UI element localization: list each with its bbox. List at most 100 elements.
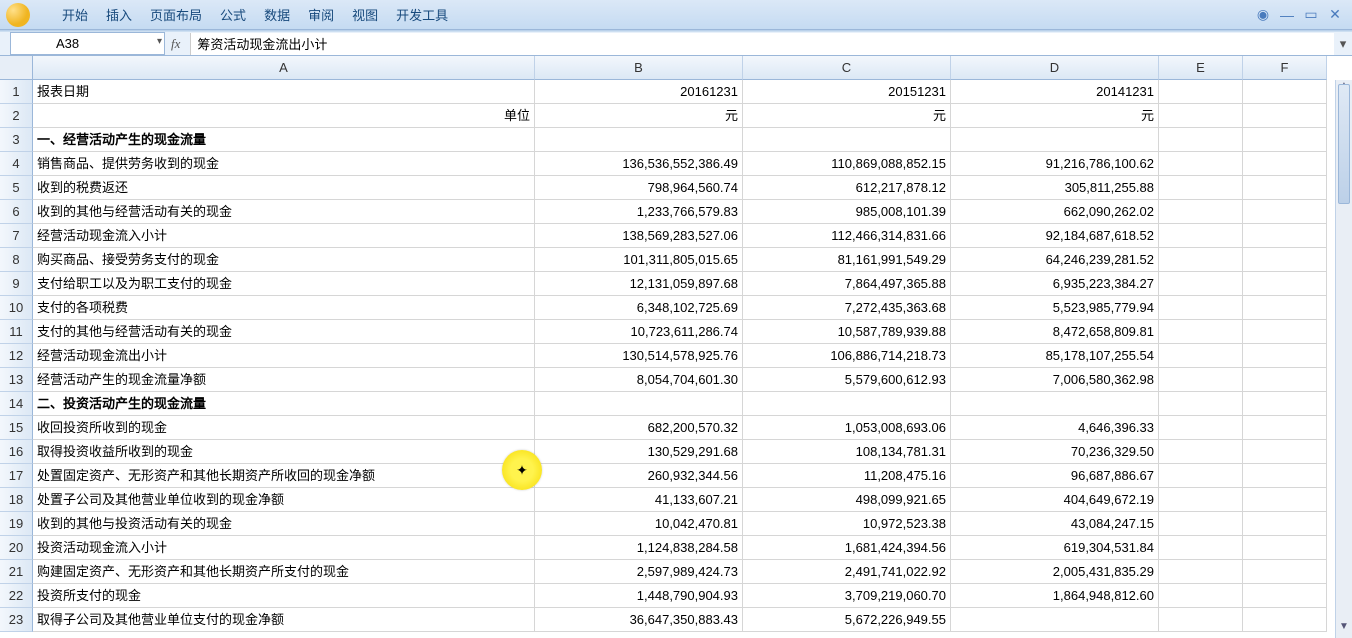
name-box-dropdown-icon[interactable]: ▾ (157, 36, 162, 47)
cell-E5[interactable] (1159, 176, 1243, 200)
cell-F16[interactable] (1243, 440, 1327, 464)
col-header-A[interactable]: A (33, 56, 535, 80)
cell-C15[interactable]: 1,053,008,693.06 (743, 416, 951, 440)
cell-D16[interactable]: 70,236,329.50 (951, 440, 1159, 464)
cell-D12[interactable]: 85,178,107,255.54 (951, 344, 1159, 368)
row-header-14[interactable]: 14 (0, 392, 33, 416)
cell-D1[interactable]: 20141231 (951, 80, 1159, 104)
cell-E23[interactable] (1159, 608, 1243, 632)
cell-B23[interactable]: 36,647,350,883.43 (535, 608, 743, 632)
cell-A13[interactable]: 经营活动产生的现金流量净额 (33, 368, 535, 392)
cell-D20[interactable]: 619,304,531.84 (951, 536, 1159, 560)
row-header-3[interactable]: 3 (0, 128, 33, 152)
row-header-11[interactable]: 11 (0, 320, 33, 344)
cell-F15[interactable] (1243, 416, 1327, 440)
cell-B14[interactable] (535, 392, 743, 416)
cell-D14[interactable] (951, 392, 1159, 416)
cell-D7[interactable]: 92,184,687,618.52 (951, 224, 1159, 248)
row-header-17[interactable]: 17 (0, 464, 33, 488)
cell-E22[interactable] (1159, 584, 1243, 608)
row-header-19[interactable]: 19 (0, 512, 33, 536)
cell-B1[interactable]: 20161231 (535, 80, 743, 104)
cell-E9[interactable] (1159, 272, 1243, 296)
cell-A8[interactable]: 购买商品、接受劳务支付的现金 (33, 248, 535, 272)
cell-A20[interactable]: 投资活动现金流入小计 (33, 536, 535, 560)
cell-E15[interactable] (1159, 416, 1243, 440)
cell-A1[interactable]: 报表日期 (33, 80, 535, 104)
cell-D2[interactable]: 元 (951, 104, 1159, 128)
cell-E12[interactable] (1159, 344, 1243, 368)
cell-A9[interactable]: 支付给职工以及为职工支付的现金 (33, 272, 535, 296)
restore-icon[interactable]: ▭ (1304, 8, 1318, 22)
cell-C1[interactable]: 20151231 (743, 80, 951, 104)
vertical-scrollbar[interactable]: ▲ ▼ (1335, 80, 1352, 638)
cell-C17[interactable]: 11,208,475.16 (743, 464, 951, 488)
cell-E4[interactable] (1159, 152, 1243, 176)
col-header-B[interactable]: B (535, 56, 743, 80)
cell-E16[interactable] (1159, 440, 1243, 464)
ribbon-tab-3[interactable]: 公式 (220, 5, 246, 24)
cell-C12[interactable]: 106,886,714,218.73 (743, 344, 951, 368)
cell-E1[interactable] (1159, 80, 1243, 104)
cell-C23[interactable]: 5,672,226,949.55 (743, 608, 951, 632)
cell-F8[interactable] (1243, 248, 1327, 272)
cell-A21[interactable]: 购建固定资产、无形资产和其他长期资产所支付的现金 (33, 560, 535, 584)
cell-F23[interactable] (1243, 608, 1327, 632)
cell-F18[interactable] (1243, 488, 1327, 512)
cell-F5[interactable] (1243, 176, 1327, 200)
cell-F7[interactable] (1243, 224, 1327, 248)
row-header-10[interactable]: 10 (0, 296, 33, 320)
cell-C22[interactable]: 3,709,219,060.70 (743, 584, 951, 608)
cell-E8[interactable] (1159, 248, 1243, 272)
cell-F2[interactable] (1243, 104, 1327, 128)
cell-F12[interactable] (1243, 344, 1327, 368)
cell-F10[interactable] (1243, 296, 1327, 320)
cell-A3[interactable]: 一、经营活动产生的现金流量 (33, 128, 535, 152)
cell-D23[interactable] (951, 608, 1159, 632)
cell-F11[interactable] (1243, 320, 1327, 344)
cell-F19[interactable] (1243, 512, 1327, 536)
name-box[interactable]: A38 ▾ (10, 32, 165, 55)
cell-B6[interactable]: 1,233,766,579.83 (535, 200, 743, 224)
cell-D11[interactable]: 8,472,658,809.81 (951, 320, 1159, 344)
cell-E14[interactable] (1159, 392, 1243, 416)
col-header-F[interactable]: F (1243, 56, 1327, 80)
row-header-4[interactable]: 4 (0, 152, 33, 176)
cell-B16[interactable]: 130,529,291.68 (535, 440, 743, 464)
cell-F1[interactable] (1243, 80, 1327, 104)
cell-E7[interactable] (1159, 224, 1243, 248)
cell-C5[interactable]: 612,217,878.12 (743, 176, 951, 200)
cell-A17[interactable]: 处置固定资产、无形资产和其他长期资产所收回的现金净额 (33, 464, 535, 488)
ribbon-tab-0[interactable]: 开始 (62, 5, 88, 24)
cell-B4[interactable]: 136,536,552,386.49 (535, 152, 743, 176)
select-all-corner[interactable] (0, 56, 33, 80)
cell-E21[interactable] (1159, 560, 1243, 584)
cell-C10[interactable]: 7,272,435,363.68 (743, 296, 951, 320)
cell-A14[interactable]: 二、投资活动产生的现金流量 (33, 392, 535, 416)
cell-D6[interactable]: 662,090,262.02 (951, 200, 1159, 224)
col-header-D[interactable]: D (951, 56, 1159, 80)
cell-C21[interactable]: 2,491,741,022.92 (743, 560, 951, 584)
cell-A22[interactable]: 投资所支付的现金 (33, 584, 535, 608)
minimize-icon[interactable]: — (1280, 8, 1294, 22)
formula-input[interactable] (190, 33, 1334, 55)
cell-A18[interactable]: 处置子公司及其他营业单位收到的现金净额 (33, 488, 535, 512)
scroll-thumb[interactable] (1338, 84, 1350, 204)
cell-B9[interactable]: 12,131,059,897.68 (535, 272, 743, 296)
close-icon[interactable]: ✕ (1328, 8, 1342, 22)
cell-D8[interactable]: 64,246,239,281.52 (951, 248, 1159, 272)
cell-B21[interactable]: 2,597,989,424.73 (535, 560, 743, 584)
cell-C20[interactable]: 1,681,424,394.56 (743, 536, 951, 560)
cell-C6[interactable]: 985,008,101.39 (743, 200, 951, 224)
cell-D15[interactable]: 4,646,396.33 (951, 416, 1159, 440)
cell-D18[interactable]: 404,649,672.19 (951, 488, 1159, 512)
cell-D19[interactable]: 43,084,247.15 (951, 512, 1159, 536)
cell-F22[interactable] (1243, 584, 1327, 608)
cell-E18[interactable] (1159, 488, 1243, 512)
cell-E6[interactable] (1159, 200, 1243, 224)
row-header-12[interactable]: 12 (0, 344, 33, 368)
cell-A23[interactable]: 取得子公司及其他营业单位支付的现金净额 (33, 608, 535, 632)
cell-A5[interactable]: 收到的税费返还 (33, 176, 535, 200)
app-logo-icon[interactable] (6, 3, 30, 27)
cell-D3[interactable] (951, 128, 1159, 152)
